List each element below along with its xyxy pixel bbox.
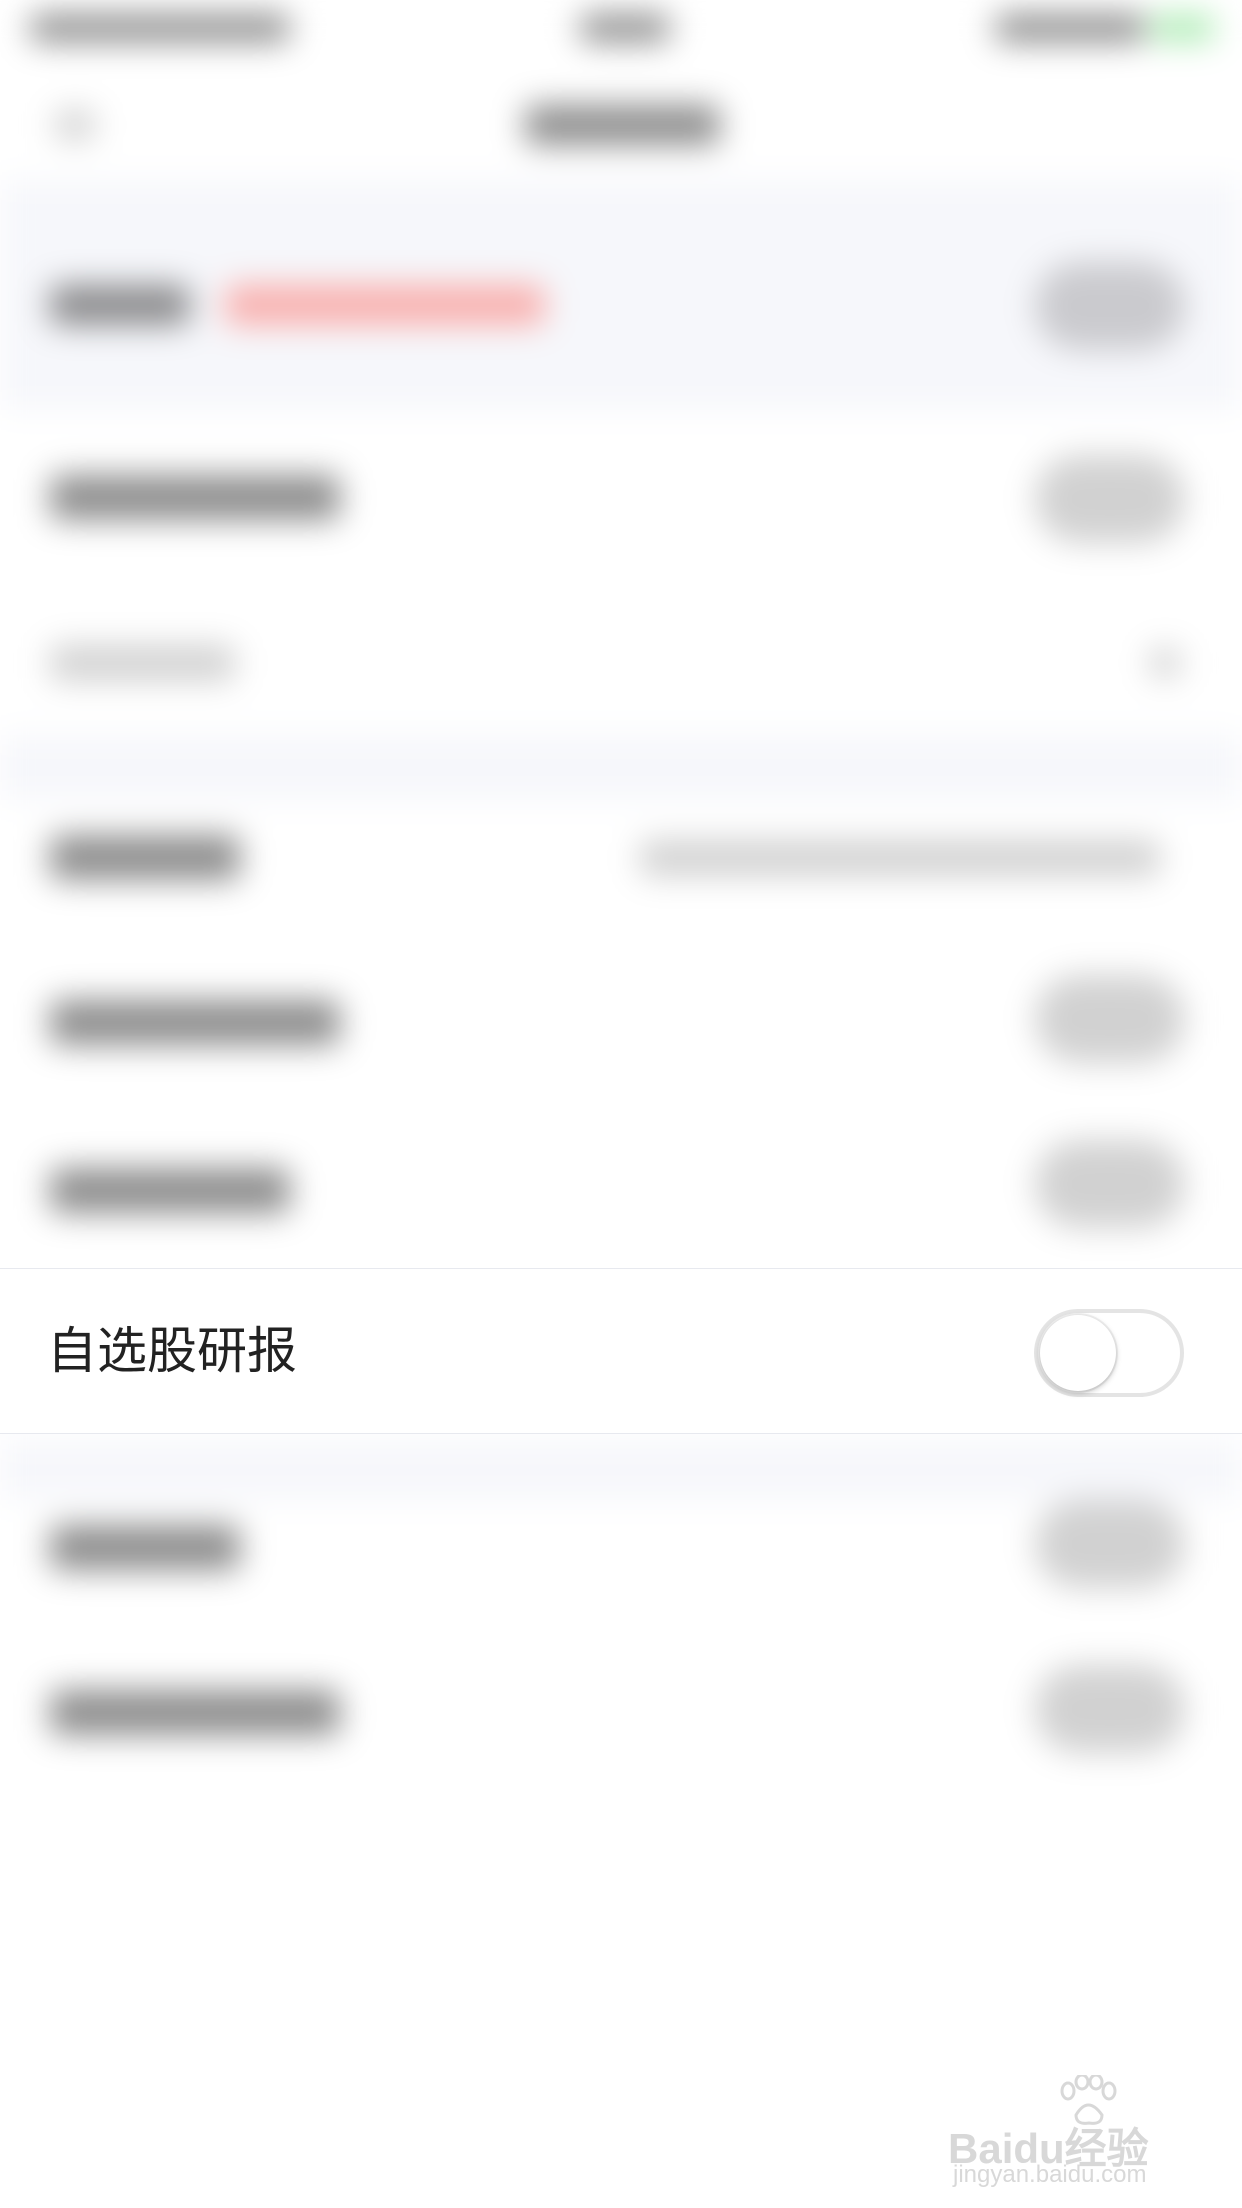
blurred-row-9-toggle xyxy=(1035,1665,1185,1753)
blurred-row-4-value xyxy=(640,840,1160,876)
blurred-status-bar-left xyxy=(30,14,290,42)
blurred-row-5-label xyxy=(50,1000,340,1045)
watermark-url: jingyan.baidu.com xyxy=(953,2161,1147,2188)
blurred-row-8-label xyxy=(50,1525,240,1570)
baidu-jingyan-watermark: Baidu经验 jingyan.baidu.com xyxy=(948,2075,1188,2188)
blurred-section-band-2 xyxy=(0,735,1242,800)
blurred-status-bar-time xyxy=(580,14,670,42)
watchlist-research-toggle[interactable] xyxy=(1034,1309,1184,1397)
blurred-background-screen xyxy=(0,0,1242,2208)
blurred-nav-back xyxy=(55,110,95,140)
blurred-row-2-label xyxy=(50,475,340,520)
blurred-row-1-hint xyxy=(225,285,545,325)
blurred-row-8-toggle xyxy=(1035,1500,1185,1588)
blurred-row-3-chevron xyxy=(1150,648,1180,678)
setting-label: 自选股研报 xyxy=(47,1322,297,1380)
blurred-status-bar-right xyxy=(995,14,1145,42)
blurred-row-2-toggle xyxy=(1035,455,1185,543)
blurred-row-1-label xyxy=(50,285,190,325)
blurred-row-3-label xyxy=(50,645,235,681)
blurred-battery-icon xyxy=(1150,14,1215,42)
blurred-row-5-toggle xyxy=(1035,975,1185,1063)
blurred-row-6-label xyxy=(50,1168,290,1213)
blurred-section-band-3 xyxy=(0,1440,1242,1500)
blurred-row-6-toggle xyxy=(1035,1140,1185,1228)
blurred-nav-title xyxy=(525,105,720,145)
toggle-knob xyxy=(1040,1315,1116,1391)
blurred-row-9-label xyxy=(50,1690,340,1735)
blurred-row-1-toggle xyxy=(1035,262,1185,350)
blurred-row-4-label xyxy=(50,835,240,880)
setting-row-watchlist-research: 自选股研报 xyxy=(0,1268,1242,1434)
